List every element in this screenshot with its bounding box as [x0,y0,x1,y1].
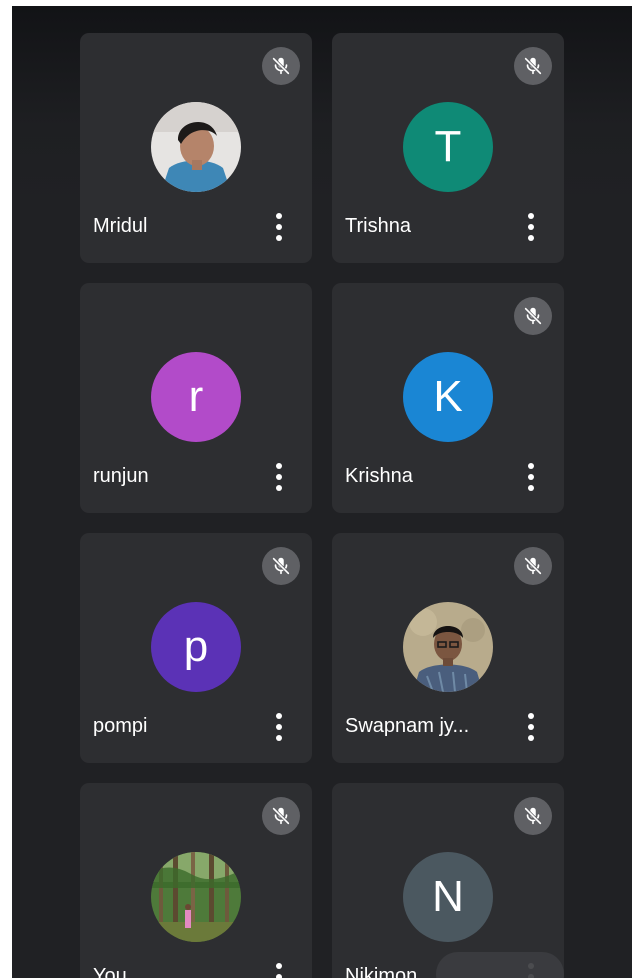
avatar [151,102,241,192]
man-portrait-photo [403,602,493,692]
participant-tile-runjun[interactable]: r runjun [80,283,312,513]
boy-portrait-photo [151,102,241,192]
participant-tile-nikimon[interactable]: N Nikimon [332,783,564,978]
participant-name: pompi [93,715,148,737]
mic-off-icon [262,797,300,835]
participant-tile-you[interactable]: You [80,783,312,978]
overlay-toast [436,952,564,978]
participant-name: runjun [93,465,149,487]
participant-name: Mridul [93,215,148,237]
avatar: T [403,102,493,192]
more-vert-icon[interactable] [526,213,536,241]
participant-tile-mridul[interactable]: Mridul [80,33,312,263]
forest-photo [151,852,241,942]
mic-off-icon [514,547,552,585]
mic-off-icon [514,47,552,85]
participant-tile-pompi[interactable]: p pompi [80,533,312,763]
participant-name: You [93,965,127,978]
mic-off-icon [262,47,300,85]
participant-grid: Mridul T Trishna r runjun K Krishna p po… [80,33,568,978]
avatar [403,602,493,692]
more-vert-icon[interactable] [274,463,284,491]
more-vert-icon[interactable] [274,963,284,978]
avatar: r [151,352,241,442]
avatar-initial: N [432,872,464,921]
mic-off-icon [514,297,552,335]
mic-off-icon [514,797,552,835]
avatar-initial: r [188,372,204,421]
participant-tile-trishna[interactable]: T Trishna [332,33,564,263]
mic-off-icon [262,547,300,585]
participant-name: Trishna [345,215,411,237]
participant-name: Swapnam jy... [345,715,470,737]
more-vert-icon[interactable] [526,463,536,491]
more-vert-icon[interactable] [274,213,284,241]
participant-tile-swapnam[interactable]: Swapnam jy... [332,533,564,763]
avatar: K [403,352,493,442]
meeting-screen: Mridul T Trishna r runjun K Krishna p po… [12,6,632,978]
avatar-initial: T [434,122,462,171]
more-vert-icon[interactable] [526,713,536,741]
participant-name: Krishna [345,465,413,487]
participant-name: Nikimon [345,965,418,978]
avatar-initial: p [183,622,209,671]
participant-tile-krishna[interactable]: K Krishna [332,283,564,513]
avatar [151,852,241,942]
avatar-initial: K [433,372,463,421]
avatar: N [403,852,493,942]
avatar: p [151,602,241,692]
more-vert-icon[interactable] [274,713,284,741]
